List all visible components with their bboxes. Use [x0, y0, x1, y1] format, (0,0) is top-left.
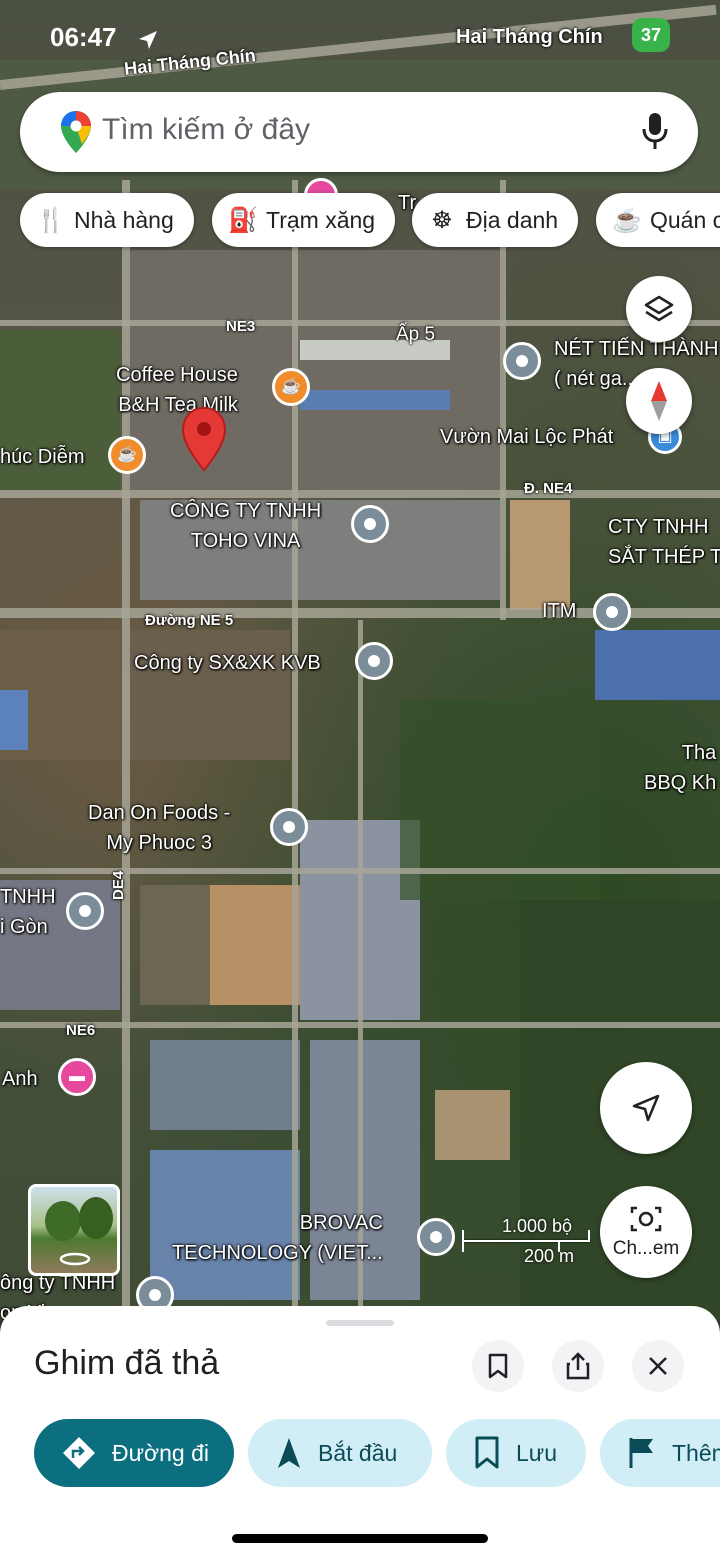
start-label: Bắt đầu [318, 1439, 398, 1466]
more-label: Thêm [672, 1439, 720, 1466]
place-label[interactable]: CÔNG TY TNHH TOHO VINA [170, 496, 321, 556]
sheet-title: Ghim đã thả [34, 1344, 220, 1382]
chip-label: Trạm xăng [266, 206, 376, 233]
navigation-icon [276, 1436, 302, 1470]
directions-button[interactable]: Đường đi [34, 1419, 234, 1487]
share-icon [566, 1352, 590, 1380]
road-label: Hai Tháng Chín [456, 26, 603, 48]
place-label[interactable]: Vườn Mai Lộc Phát [440, 422, 613, 452]
battery-indicator: 37 [632, 18, 670, 52]
scale-metric: 200 m [524, 1246, 575, 1266]
compass-button[interactable] [626, 368, 692, 434]
restaurant-icon: 🍴 [36, 206, 66, 234]
place-label[interactable]: Công ty SX&XK KVB [134, 648, 321, 678]
road-label: Đ. NE4 [524, 480, 573, 497]
place-marker[interactable] [355, 642, 393, 680]
place-marker[interactable] [593, 593, 631, 631]
chip-label: Nhà hàng [74, 206, 174, 233]
status-time: 06:47 [50, 22, 117, 52]
place-label[interactable]: ITM [542, 596, 576, 626]
place-label[interactable]: húc Diễm [0, 442, 84, 472]
place-marker[interactable] [417, 1218, 455, 1256]
bed-icon: ▬ [69, 1068, 85, 1085]
gas-station-icon: ⛽ [228, 206, 258, 234]
map-scale: 1.000 bộ 200 m [462, 1210, 592, 1272]
flag-icon [628, 1436, 656, 1470]
place-label[interactable]: TNHH i Gòn [0, 882, 56, 942]
rotate-360-icon [59, 1252, 91, 1266]
search-input[interactable]: Tìm kiếm ở đây [102, 113, 310, 147]
place-marker[interactable] [270, 808, 308, 846]
location-arrow-icon [139, 31, 157, 49]
dropped-pin-icon[interactable] [180, 406, 228, 472]
directions-label: Đường đi [112, 1439, 209, 1466]
share-button[interactable] [552, 1340, 604, 1392]
sheet-drag-handle[interactable] [326, 1320, 394, 1326]
hotel-marker[interactable]: ▬ [58, 1058, 96, 1096]
chip-restaurants[interactable]: 🍴 Nhà hàng [20, 193, 194, 247]
bottom-sheet[interactable]: Ghim đã thả Đường đi Bắt đầu Lưu Thê [0, 1306, 720, 1557]
compass-icon [651, 381, 667, 421]
place-marker[interactable] [351, 505, 389, 543]
camera-search-icon [630, 1206, 662, 1232]
cafe-marker[interactable]: ☕ [272, 368, 310, 406]
cafe-marker[interactable]: ☕ [108, 436, 146, 474]
road-label: Đường NE 5 [145, 612, 234, 629]
close-icon [649, 1357, 667, 1375]
coffee-icon: ☕ [612, 206, 642, 234]
search-bar[interactable]: Tìm kiếm ở đây [20, 92, 698, 172]
place-label[interactable]: Tha BBQ Kh [644, 738, 716, 798]
road-label: DE4 [110, 870, 127, 900]
mic-icon[interactable] [642, 112, 668, 150]
layers-icon [644, 295, 674, 322]
lens-button[interactable]: Ch...em [600, 1186, 692, 1278]
directions-icon [62, 1436, 96, 1470]
navigation-arrow-icon [632, 1094, 660, 1122]
street-view-thumbnail[interactable] [28, 1184, 120, 1276]
my-location-button[interactable] [600, 1062, 692, 1154]
place-label[interactable]: BROVAC TECHNOLOGY (VIET... [172, 1208, 383, 1268]
road-label: Ấp 5 [396, 324, 436, 345]
chip-landmarks[interactable]: ☸ Địa danh [412, 193, 579, 247]
chip-label: Quán c [650, 206, 720, 233]
road-label: NE6 [66, 1022, 96, 1039]
chip-gas-stations[interactable]: ⛽ Trạm xăng [212, 193, 396, 247]
road-label: NE3 [226, 318, 256, 335]
home-indicator[interactable] [232, 1534, 488, 1543]
more-button[interactable]: Thêm [600, 1419, 720, 1487]
coffee-icon: ☕ [117, 446, 137, 463]
place-label[interactable]: Dan On Foods - My Phuoc 3 [88, 798, 230, 858]
save-action-button[interactable]: Lưu [446, 1419, 586, 1487]
place-label[interactable]: Anh [2, 1064, 38, 1094]
chip-coffee[interactable]: ☕ Quán c [596, 193, 720, 247]
google-maps-pin-icon [61, 111, 91, 153]
scale-imperial: 1.000 bộ [502, 1216, 573, 1236]
chip-label: Địa danh [466, 206, 559, 233]
coffee-icon: ☕ [281, 378, 301, 395]
lens-label: Ch...em [612, 1238, 680, 1259]
place-marker[interactable] [66, 892, 104, 930]
place-label[interactable]: CTY TNHH SẮT THÉP T [608, 512, 720, 572]
layers-button[interactable] [626, 276, 692, 342]
save-label: Lưu [516, 1439, 557, 1466]
start-button[interactable]: Bắt đầu [248, 1419, 432, 1487]
bookmark-icon [488, 1353, 508, 1379]
landmark-icon: ☸ [431, 206, 453, 234]
place-marker[interactable] [503, 342, 541, 380]
close-button[interactable] [632, 1340, 684, 1392]
bookmark-icon [474, 1436, 500, 1470]
save-button[interactable] [472, 1340, 524, 1392]
